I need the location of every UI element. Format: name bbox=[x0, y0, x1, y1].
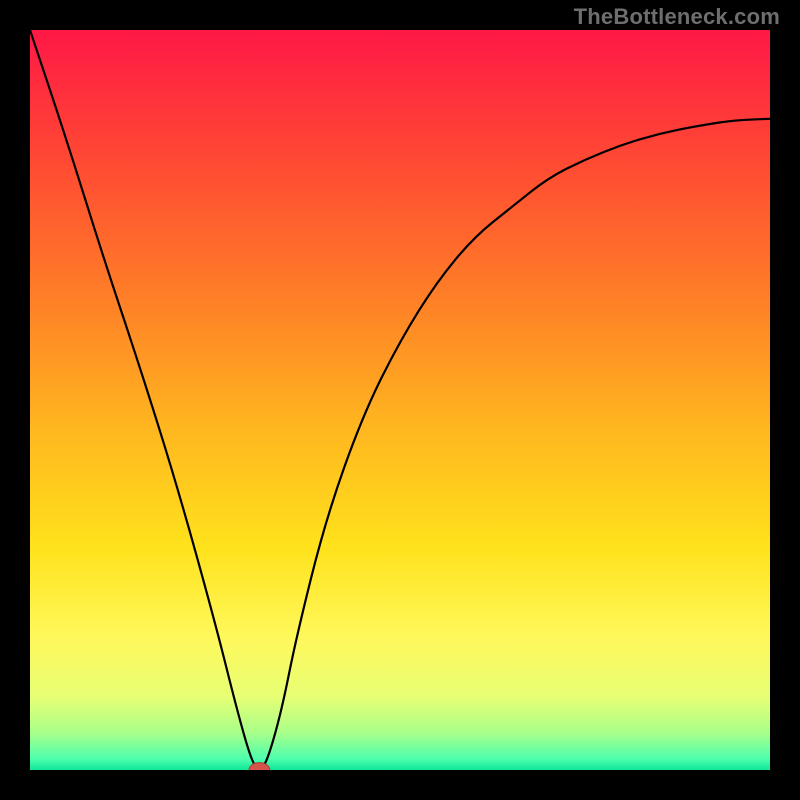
chart-frame: TheBottleneck.com bbox=[0, 0, 800, 800]
plot-area bbox=[30, 30, 770, 770]
gradient-background bbox=[30, 30, 770, 770]
plot-svg bbox=[30, 30, 770, 770]
watermark-text: TheBottleneck.com bbox=[574, 4, 780, 30]
